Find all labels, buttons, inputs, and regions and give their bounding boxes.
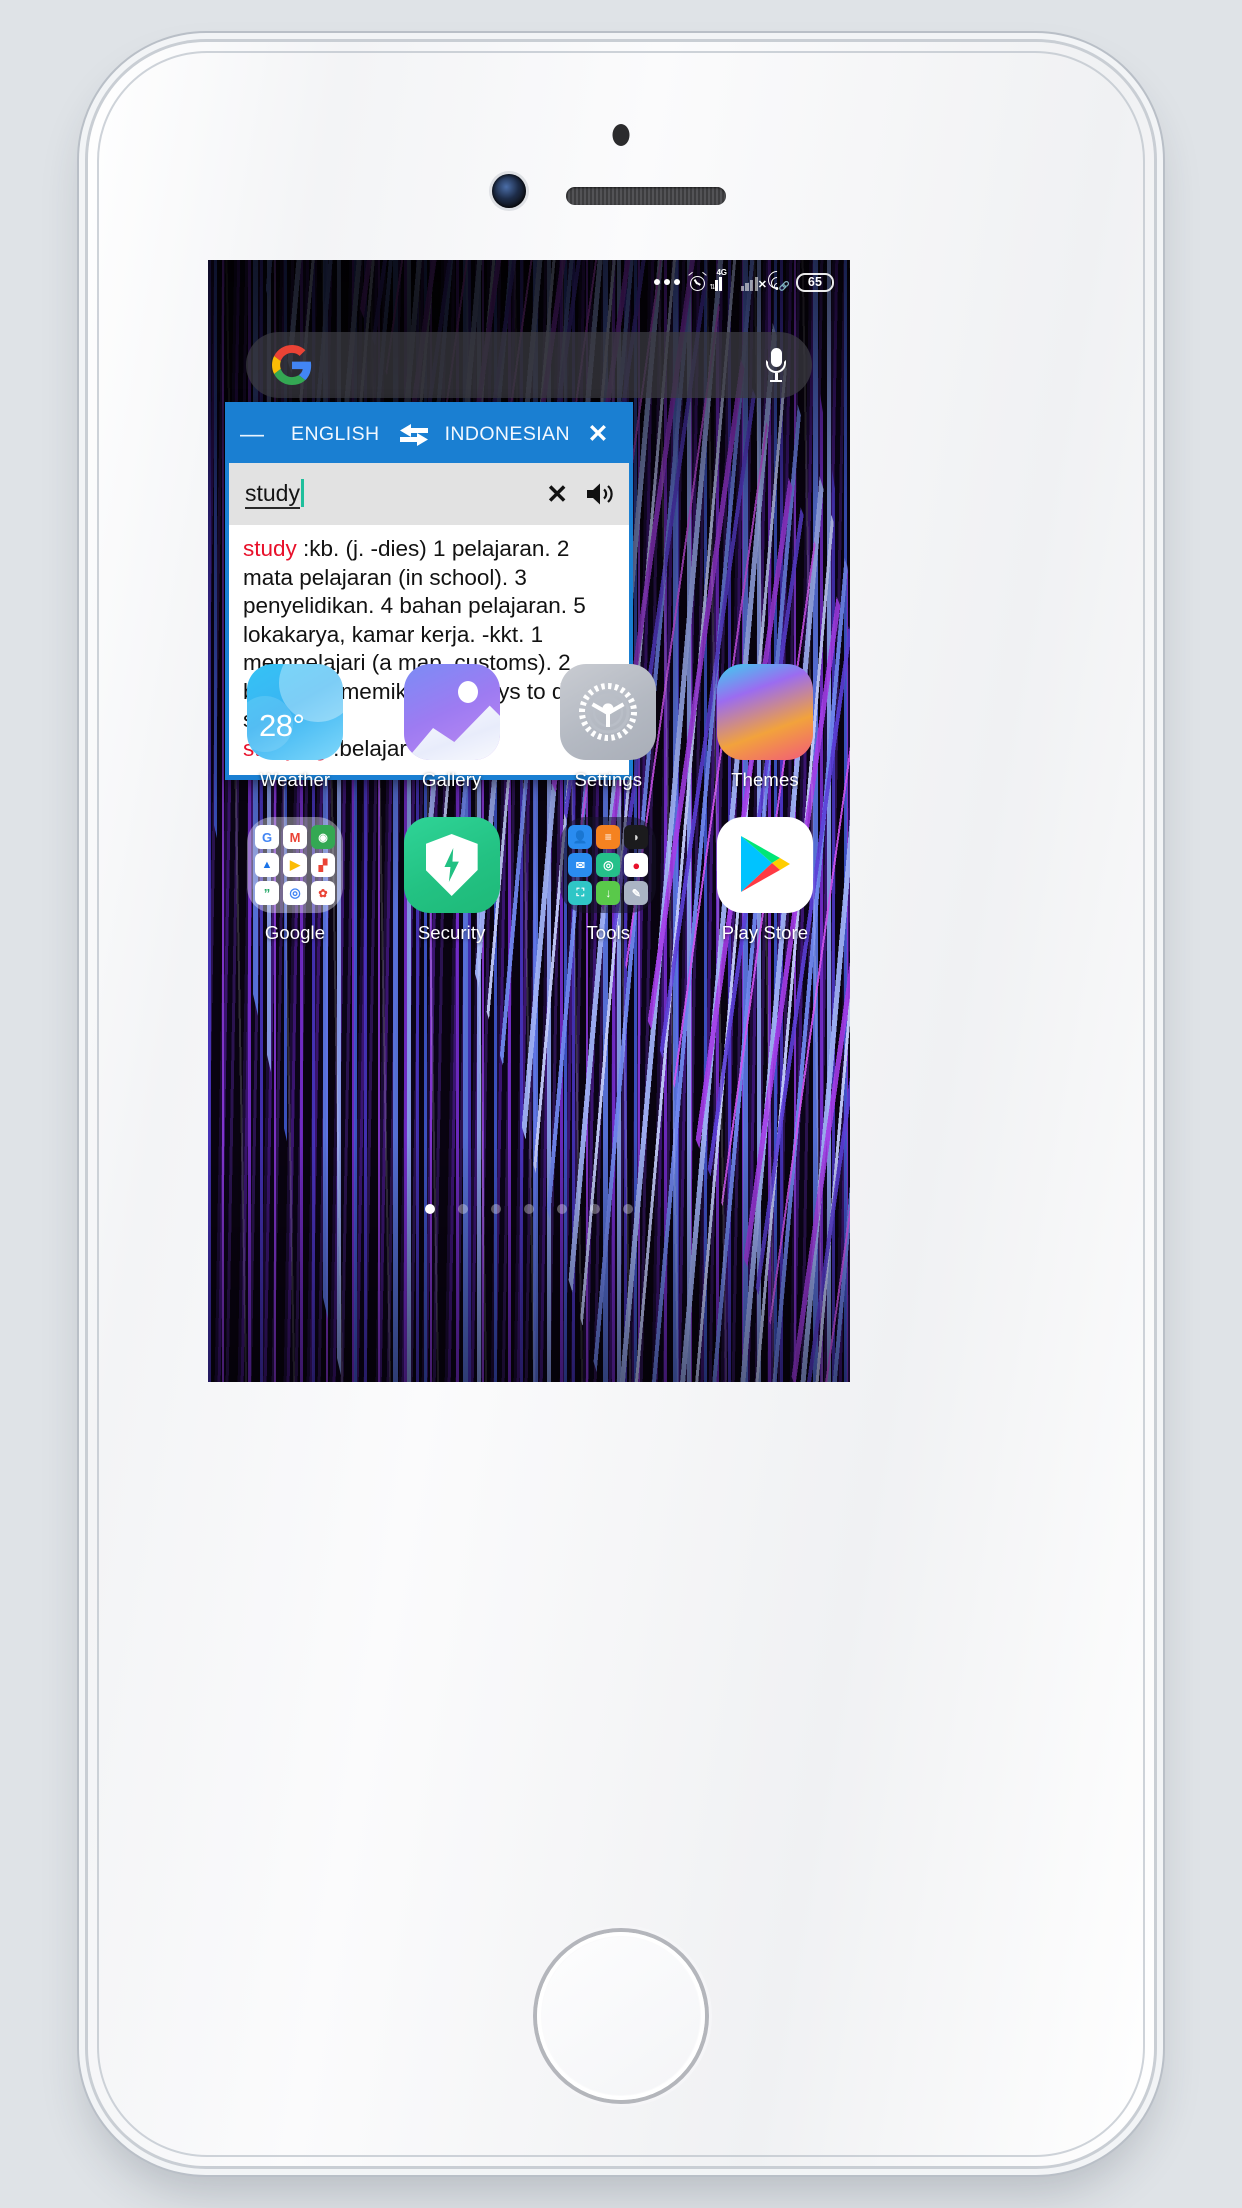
- sim1-signal-icon: 4G ⇅: [709, 267, 727, 291]
- result-headword: study: [243, 536, 297, 561]
- translate-dialog-header: — ENGLISH INDONESIAN ✕: [229, 406, 629, 463]
- app-row: 28° Weather Gallery Settings Themes: [230, 664, 830, 791]
- app-play-store[interactable]: Play Store: [700, 817, 830, 944]
- proximity-sensor-icon: [612, 124, 630, 146]
- page-dot[interactable]: [623, 1204, 633, 1214]
- status-bar: 4G ⇅ ✕ 🔗 65: [208, 260, 850, 304]
- app-label: Gallery: [422, 769, 482, 790]
- page-dot[interactable]: [524, 1204, 534, 1214]
- app-label: Settings: [574, 769, 643, 790]
- alarm-clock-icon: [687, 271, 707, 291]
- app-label: Google: [264, 922, 326, 943]
- weather-temperature: 28°: [259, 708, 305, 743]
- app-settings[interactable]: Settings: [543, 664, 673, 791]
- network-type-label: 4G: [716, 267, 727, 277]
- battery-indicator: 65: [796, 272, 834, 292]
- app-label: Tools: [586, 922, 631, 943]
- tools-folder-icon: 👤 ≡ ◗ ✉ ◎ ● ⛶ ↓ ✎: [560, 817, 657, 913]
- search-input-value: study: [245, 480, 300, 509]
- weather-icon: 28°: [247, 664, 343, 760]
- security-shield-icon: [403, 817, 500, 913]
- google-g-logo: [272, 345, 312, 385]
- app-gallery[interactable]: Gallery: [387, 664, 517, 791]
- google-folder-icon: G M ◉ ▲ ▶ ▞ ” ◎ ✿: [247, 817, 343, 913]
- home-button[interactable]: [537, 1932, 705, 2100]
- app-label: Themes: [731, 769, 799, 790]
- clear-input-button[interactable]: ✕: [543, 481, 571, 507]
- minimize-button[interactable]: —: [240, 422, 280, 447]
- screenshot-stage: 4G ⇅ ✕ 🔗 65 — ENGLISH INDONESIAN ✕ study…: [0, 0, 1242, 2208]
- source-language-button[interactable]: ENGLISH: [280, 423, 391, 446]
- google-search-widget[interactable]: [246, 332, 812, 398]
- phone-screen: 4G ⇅ ✕ 🔗 65 — ENGLISH INDONESIAN ✕ study…: [208, 260, 850, 1382]
- app-folder-tools[interactable]: 👤 ≡ ◗ ✉ ◎ ● ⛶ ↓ ✎ Tools: [543, 817, 673, 944]
- phone-device-frame: 4G ⇅ ✕ 🔗 65 — ENGLISH INDONESIAN ✕ study…: [88, 42, 1154, 2166]
- page-dot[interactable]: [590, 1204, 600, 1214]
- page-dot[interactable]: [491, 1204, 501, 1214]
- themes-brush-icon: [716, 664, 813, 760]
- more-dots-icon: [653, 279, 680, 285]
- wifi-icon: 🔗: [764, 267, 790, 293]
- search-input[interactable]: study: [245, 479, 529, 509]
- app-grid: 28° Weather Gallery Settings Themes G M …: [230, 664, 830, 944]
- app-weather[interactable]: 28° Weather: [230, 664, 360, 791]
- app-label: Security: [417, 922, 486, 943]
- close-icon[interactable]: ✕: [578, 422, 618, 447]
- earpiece-speaker: [566, 187, 726, 205]
- wifi-link-icon: 🔗: [778, 281, 790, 291]
- app-themes[interactable]: Themes: [700, 664, 830, 791]
- app-label: Weather: [259, 769, 331, 790]
- translate-input-row: study ✕: [229, 463, 629, 525]
- front-camera-icon: [492, 174, 526, 208]
- microphone-icon[interactable]: [766, 348, 786, 383]
- sim2-signal-icon: ✕: [740, 274, 767, 291]
- volume-speaker-icon[interactable]: [585, 481, 615, 507]
- app-row: G M ◉ ▲ ▶ ▞ ” ◎ ✿ Google Security 👤 ≡ ◗ …: [230, 817, 830, 944]
- app-security[interactable]: Security: [387, 817, 517, 944]
- page-indicator[interactable]: [208, 1204, 850, 1214]
- text-cursor: [300, 479, 304, 507]
- app-label: Play Store: [721, 922, 809, 943]
- page-dot[interactable]: [425, 1204, 435, 1214]
- page-dot[interactable]: [458, 1204, 468, 1214]
- gallery-icon: [403, 664, 500, 760]
- app-folder-google[interactable]: G M ◉ ▲ ▶ ▞ ” ◎ ✿ Google: [230, 817, 360, 944]
- swap-arrows-icon[interactable]: [391, 423, 437, 447]
- page-dot[interactable]: [557, 1204, 567, 1214]
- play-store-icon: [716, 817, 813, 913]
- settings-gear-icon: [560, 664, 657, 760]
- target-language-button[interactable]: INDONESIAN: [437, 423, 578, 446]
